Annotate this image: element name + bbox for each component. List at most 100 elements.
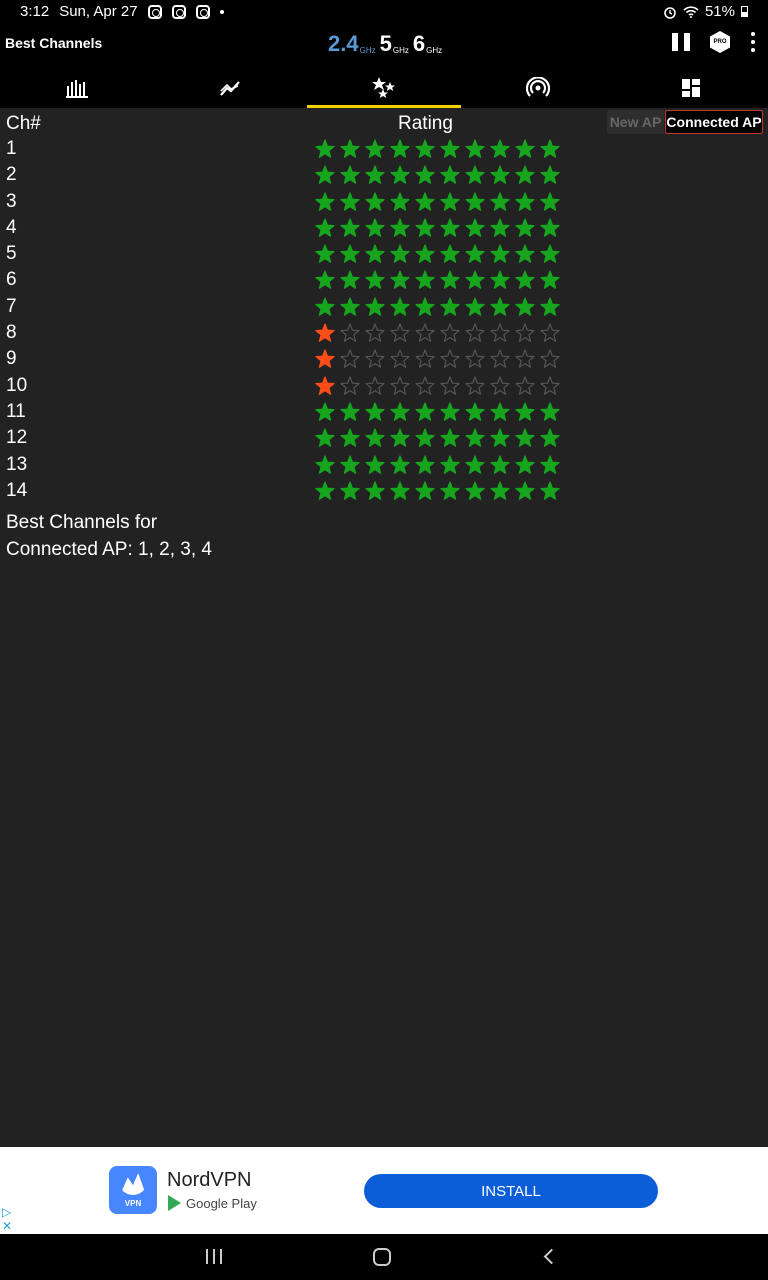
home-icon[interactable] xyxy=(373,1248,391,1266)
star-filled-icon xyxy=(487,402,512,422)
channel-number: 2 xyxy=(6,164,17,186)
recent-apps-icon[interactable] xyxy=(206,1249,222,1264)
channel-row: 9 xyxy=(0,346,768,372)
mountain-icon xyxy=(120,1173,146,1195)
channel-rating-stars xyxy=(312,376,562,396)
nordvpn-logo-icon[interactable]: VPN xyxy=(109,1166,157,1214)
star-filled-icon xyxy=(337,244,362,264)
band-2-4-ghz[interactable]: 2.4 GHz xyxy=(328,32,376,56)
star-filled-icon xyxy=(487,191,512,212)
star-filled-icon xyxy=(362,402,387,422)
pause-icon[interactable] xyxy=(672,33,690,51)
back-icon[interactable] xyxy=(543,1248,560,1265)
band-unit: GHz xyxy=(392,46,409,55)
stars-rating-icon xyxy=(371,77,395,98)
star-filled-icon xyxy=(537,139,562,159)
dashboard-icon xyxy=(682,79,701,97)
star-filled-icon xyxy=(487,428,512,448)
star-filled-icon xyxy=(312,323,337,343)
tab-time-graph[interactable] xyxy=(154,68,308,108)
instagram-icon xyxy=(147,4,162,19)
tab-channel-graph[interactable] xyxy=(0,68,154,108)
connected-ap-toggle[interactable]: Connected AP xyxy=(665,110,763,134)
star-filled-icon xyxy=(437,139,462,159)
star-empty-icon xyxy=(462,323,487,343)
star-filled-icon xyxy=(387,165,412,185)
ad-choices-icon[interactable]: ▷ ✕ xyxy=(2,1205,12,1233)
channel-row: 2 xyxy=(0,162,768,188)
google-play-icon xyxy=(168,1195,181,1211)
best-channels-summary: Best Channels for Connected AP: 1, 2, 3,… xyxy=(6,510,266,563)
channel-number: 6 xyxy=(6,269,17,291)
star-filled-icon xyxy=(437,454,462,475)
channel-rating-stars xyxy=(312,218,562,238)
star-empty-icon xyxy=(487,323,512,343)
pro-badge-icon[interactable]: PRO xyxy=(710,31,730,53)
channel-number: 13 xyxy=(6,453,28,475)
status-time: 3:12 xyxy=(20,3,50,20)
star-filled-icon xyxy=(337,297,362,317)
band-6-ghz[interactable]: 6 GHz xyxy=(413,32,442,56)
band-unit: GHz xyxy=(426,46,443,55)
channel-number: 12 xyxy=(6,427,28,449)
star-empty-icon xyxy=(487,376,512,396)
ad-store: Google Play xyxy=(168,1195,257,1211)
star-filled-icon xyxy=(362,428,387,448)
star-filled-icon xyxy=(537,428,562,448)
star-filled-icon xyxy=(362,270,387,290)
star-filled-icon xyxy=(512,428,537,448)
star-filled-icon xyxy=(312,270,337,290)
star-filled-icon xyxy=(537,481,562,501)
star-filled-icon xyxy=(312,139,337,159)
tab-dashboard[interactable] xyxy=(614,68,768,108)
star-filled-icon xyxy=(512,244,537,264)
install-button[interactable]: INSTALL xyxy=(364,1174,658,1208)
star-filled-icon xyxy=(412,244,437,264)
band-unit: GHz xyxy=(359,46,376,55)
star-filled-icon xyxy=(512,218,537,238)
band-number: 6 xyxy=(412,31,426,56)
star-filled-icon xyxy=(362,481,387,501)
star-filled-icon xyxy=(512,165,537,185)
channel-number: 14 xyxy=(6,479,28,501)
star-filled-icon xyxy=(312,349,337,369)
new-ap-toggle[interactable]: New AP xyxy=(607,110,664,134)
tab-channel-rating[interactable] xyxy=(307,68,461,108)
channel-rating-stars xyxy=(312,481,562,501)
star-filled-icon xyxy=(387,139,412,159)
channel-row: 14 xyxy=(0,478,768,504)
star-filled-icon xyxy=(337,165,362,185)
column-header-channel: Ch# xyxy=(6,113,41,134)
channel-number: 10 xyxy=(6,374,28,396)
star-filled-icon xyxy=(462,481,487,501)
channel-row: 11 xyxy=(0,399,768,425)
star-filled-icon xyxy=(387,297,412,317)
star-filled-icon xyxy=(312,191,337,212)
channel-rating-stars xyxy=(312,191,562,212)
star-filled-icon xyxy=(537,218,562,238)
channel-rating-stars xyxy=(312,323,562,343)
star-filled-icon xyxy=(387,402,412,422)
star-empty-icon xyxy=(462,349,487,369)
ad-app-name[interactable]: NordVPN xyxy=(167,1169,251,1192)
star-filled-icon xyxy=(412,165,437,185)
channel-rating-stars xyxy=(312,349,562,369)
channel-row: 6 xyxy=(0,267,768,293)
star-filled-icon xyxy=(387,191,412,212)
star-filled-icon xyxy=(537,244,562,264)
star-filled-icon xyxy=(512,270,537,290)
star-filled-icon xyxy=(462,297,487,317)
star-filled-icon xyxy=(337,218,362,238)
band-5-ghz[interactable]: 5 GHz xyxy=(380,32,409,56)
star-empty-icon xyxy=(337,349,362,369)
app-title: Best Channels xyxy=(5,35,103,51)
tab-access-points[interactable] xyxy=(461,68,615,108)
more-options-icon[interactable] xyxy=(750,32,756,52)
channel-row: 4 xyxy=(0,215,768,241)
star-filled-icon xyxy=(487,297,512,317)
channel-row: 7 xyxy=(0,294,768,320)
ad-banner[interactable]: VPN NordVPN Google Play INSTALL ▷ ✕ xyxy=(0,1147,768,1234)
channel-number: 5 xyxy=(6,243,17,265)
alarm-icon xyxy=(664,6,676,19)
star-filled-icon xyxy=(412,454,437,475)
